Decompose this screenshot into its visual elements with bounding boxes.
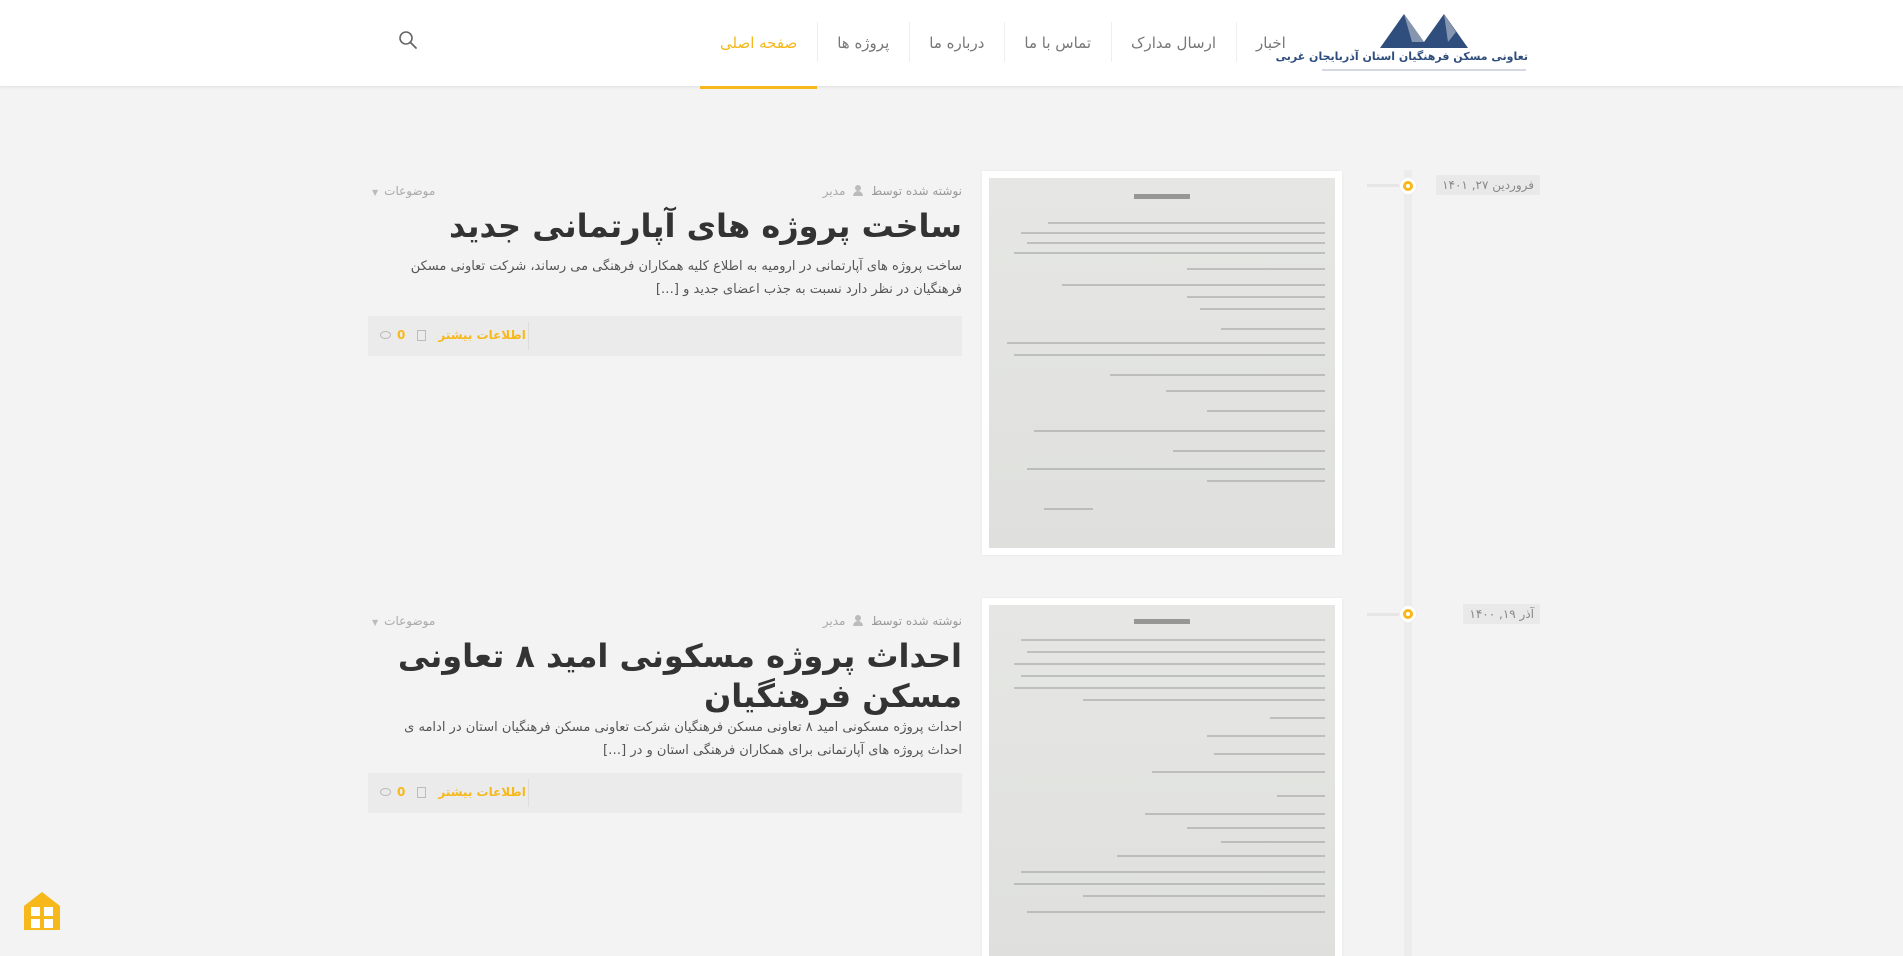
categories-dropdown[interactable]: موضوعات ▼ — [372, 614, 435, 628]
author-link[interactable]: مدیر — [823, 184, 846, 198]
nav-home-label: صفحه اصلی — [720, 34, 798, 52]
timeline-connector — [1367, 613, 1401, 616]
nav-send-documents-label: ارسال مدارک — [1131, 34, 1216, 52]
nav-projects-label: پروژه ها — [837, 34, 890, 52]
more-info-link[interactable]: 0 اطلاعات بیشتر — [380, 785, 526, 799]
post-date: آذر ۱۹, ۱۴۰۰ — [1463, 604, 1540, 624]
more-info-label: اطلاعات بیشتر — [438, 785, 526, 799]
timeline-dot — [1400, 606, 1416, 622]
post-footer: 0 اطلاعات بیشتر — [368, 773, 962, 813]
nav-about-label: درباره ما — [929, 34, 985, 52]
timeline-dot — [1400, 178, 1416, 194]
main-nav: صفحه اصلی پروژه ها درباره ما تماس با ما … — [700, 0, 1306, 89]
logo-text: تعاونی مسکن فرهنگیان استان آذربایجان غرب… — [1275, 50, 1528, 63]
post-date: فروردین ۲۷, ۱۴۰۱ — [1436, 175, 1540, 195]
post-title[interactable]: احداث پروژه مسکونی امید ۸ تعاونی مسکن فر… — [367, 636, 962, 716]
post-excerpt: ساخت پروژه های آپارتمانی در ارومیه به اط… — [410, 259, 962, 297]
timeline-connector — [1367, 184, 1401, 187]
post-meta: نوشته شده توسط مدیر — [823, 184, 962, 198]
post-excerpt: احداث پروژه مسکونی امید ۸ تعاونی مسکن فر… — [404, 720, 962, 758]
comment-icon — [380, 788, 391, 796]
user-icon — [853, 615, 864, 626]
post-meta: نوشته شده توسط مدیر — [823, 614, 962, 628]
document-image — [989, 605, 1335, 956]
document-icon — [417, 786, 427, 798]
written-by-label: نوشته شده توسط — [871, 184, 962, 198]
comment-count: 0 — [397, 328, 406, 342]
nav-contact-label: تماس با ما — [1024, 34, 1092, 52]
categories-dropdown[interactable]: موضوعات ▼ — [372, 184, 435, 198]
comment-count: 0 — [397, 785, 406, 799]
nav-home[interactable]: صفحه اصلی — [700, 0, 818, 89]
more-info-label: اطلاعات بیشتر — [438, 328, 526, 342]
timeline-line — [1404, 170, 1412, 956]
post-title[interactable]: ساخت پروژه های آپارتمانی جدید — [367, 206, 962, 246]
nav-news[interactable]: اخبار — [1236, 0, 1306, 86]
chevron-down-icon: ▼ — [372, 618, 379, 627]
categories-label: موضوعات — [384, 614, 436, 628]
post-footer: 0 اطلاعات بیشتر — [368, 316, 962, 356]
nav-send-documents[interactable]: ارسال مدارک — [1111, 0, 1236, 86]
comment-icon — [380, 331, 391, 339]
nav-about[interactable]: درباره ما — [909, 0, 1004, 86]
search-icon[interactable] — [398, 30, 418, 50]
post-thumbnail[interactable] — [982, 171, 1342, 555]
home-icon[interactable] — [22, 890, 62, 930]
site-header: تعاونی مسکن فرهنگیان استان آذربایجان غرب… — [0, 0, 1903, 89]
nav-contact[interactable]: تماس با ما — [1004, 0, 1111, 86]
nav-news-label: اخبار — [1256, 34, 1286, 52]
categories-label: موضوعات — [384, 184, 436, 198]
user-icon — [853, 185, 864, 196]
written-by-label: نوشته شده توسط — [871, 614, 962, 628]
document-image — [989, 178, 1335, 548]
more-info-link[interactable]: 0 اطلاعات بیشتر — [380, 328, 526, 342]
post-thumbnail[interactable] — [982, 598, 1342, 956]
nav-projects[interactable]: پروژه ها — [817, 0, 909, 86]
document-icon — [417, 329, 427, 341]
author-link[interactable]: مدیر — [823, 614, 846, 628]
chevron-down-icon: ▼ — [372, 188, 379, 197]
logo-icon[interactable] — [1320, 10, 1530, 76]
